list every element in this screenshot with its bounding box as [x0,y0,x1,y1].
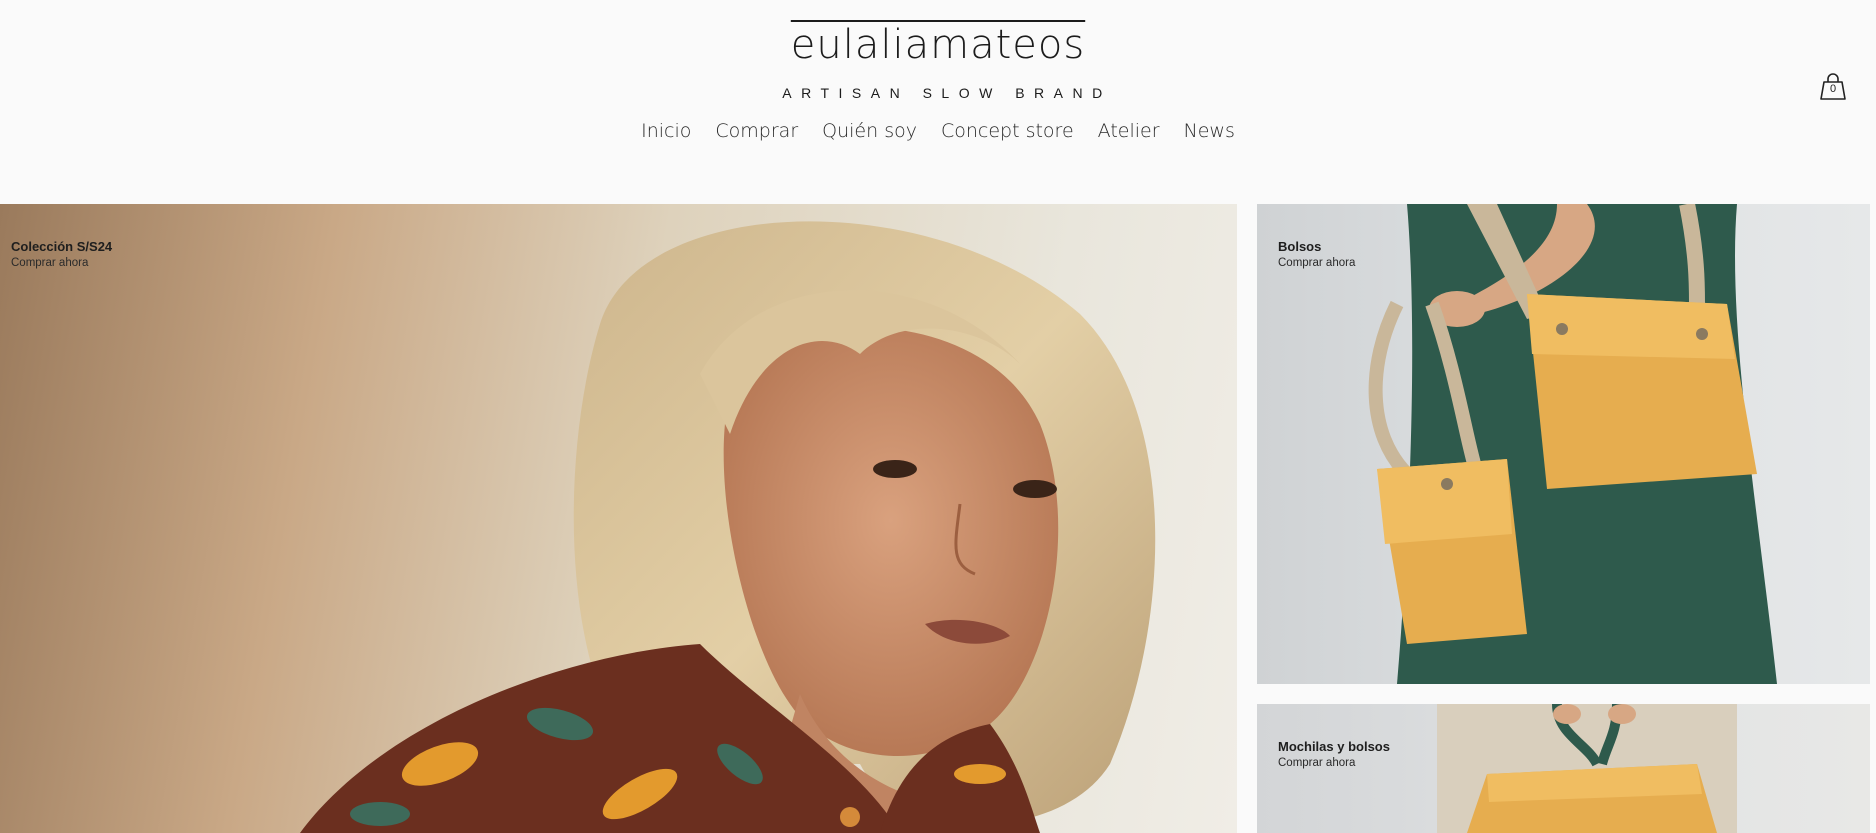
tile-title[interactable]: Colección S/S24 [11,239,112,254]
cart-count: 0 [1829,83,1837,95]
nav-item-quien-soy[interactable]: Quién soy [822,120,917,142]
shop-now-link[interactable]: Comprar ahora [11,257,112,269]
nav-item-inicio[interactable]: Inicio [641,120,691,142]
brand-tagline: ARTISAN SLOW BRAND [782,85,1112,101]
backpacks-tile[interactable]: Mochilas y bolsos Comprar ahora [1257,704,1870,833]
nav-item-concept-store[interactable]: Concept store [941,120,1074,142]
nav-item-news[interactable]: News [1184,120,1235,142]
tile-label: Colección S/S24 Comprar ahora [11,239,112,269]
cart-button[interactable]: 0 [1818,72,1848,102]
main-nav: Inicio Comprar Quién soy Concept store A… [0,120,1876,142]
tile-title[interactable]: Bolsos [1278,239,1355,254]
nav-item-comprar[interactable]: Comprar [715,120,798,142]
shop-now-link[interactable]: Comprar ahora [1278,757,1390,769]
site-header: eulaliamateos ARTISAN SLOW BRAND Inicio … [0,0,1876,204]
shop-now-link[interactable]: Comprar ahora [1278,257,1355,269]
yellow-bags-photo [1368,204,1777,684]
woman-portrait-photo [300,221,1156,833]
brand-logo[interactable]: eulaliamateos [0,22,1876,68]
collection-tile[interactable]: Colección S/S24 Comprar ahora [0,204,1237,833]
bags-tile[interactable]: Bolsos Comprar ahora [1257,204,1870,684]
tile-label: Mochilas y bolsos Comprar ahora [1278,739,1390,769]
tile-label: Bolsos Comprar ahora [1278,239,1355,269]
tile-title[interactable]: Mochilas y bolsos [1278,739,1390,754]
nav-item-atelier[interactable]: Atelier [1098,120,1160,142]
